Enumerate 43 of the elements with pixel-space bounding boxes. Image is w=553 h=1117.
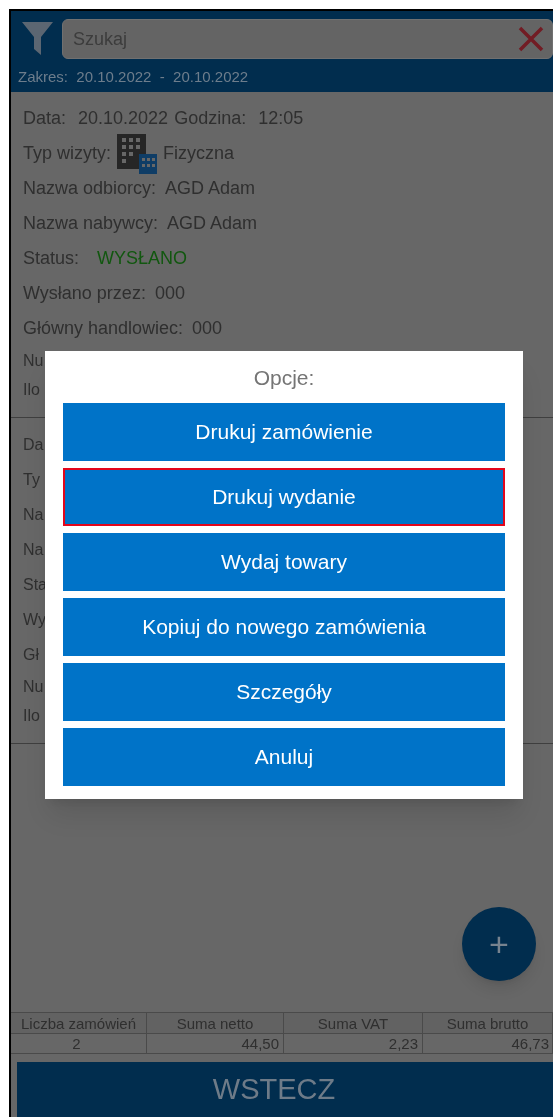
field-label: Godzina: — [174, 107, 247, 130]
table-cell: 2,23 — [284, 1034, 423, 1054]
field-label: Nazwa nabywcy: — [23, 212, 159, 235]
field-label: Nu — [23, 676, 44, 697]
field-label: Ilo — [23, 705, 40, 726]
filter-icon[interactable] — [21, 21, 54, 57]
field-label: Główny handlowiec: — [23, 317, 184, 340]
field-label: Nu — [23, 350, 44, 371]
field-label: Na — [23, 539, 44, 560]
field-label: Nazwa odbiorcy: — [23, 177, 157, 200]
option-button[interactable]: Drukuj zamówienie — [63, 403, 505, 461]
field-label: Da — [23, 434, 44, 455]
table-cell: 2 — [11, 1034, 147, 1054]
field-label: Status: — [23, 247, 80, 270]
field-label: Wysłano przez: — [23, 282, 146, 305]
option-button[interactable]: Kopiuj do nowego zamówienia — [63, 598, 505, 656]
field-label: Na — [23, 504, 44, 525]
field-label: Data: — [23, 107, 67, 130]
field-value: 20.10.2022 — [78, 107, 169, 130]
field-label: Gł — [23, 644, 39, 665]
option-button[interactable]: Drukuj wydanie — [63, 468, 505, 526]
date-range-text: Zakres: 20.10.2022 - 20.10.2022 — [17, 67, 250, 87]
field-label: Ilo — [23, 379, 40, 400]
field-value: 12:05 — [258, 107, 304, 130]
close-icon[interactable] — [517, 25, 545, 53]
field-value: 000 — [192, 317, 223, 340]
field-label: Ty — [23, 469, 40, 490]
field-label: Wy — [23, 609, 46, 630]
back-button[interactable]: WSTECZ — [17, 1062, 553, 1117]
table-cell: 44,50 — [147, 1034, 284, 1054]
field-value: 000 — [154, 282, 185, 305]
add-button[interactable]: + — [462, 907, 536, 981]
option-button[interactable]: Szczegóły — [63, 663, 505, 721]
field-value: AGD Adam — [167, 212, 258, 235]
option-button[interactable]: Wydaj towary — [63, 533, 505, 591]
table-cell: 46,73 — [423, 1034, 553, 1054]
field-label: Typ wizyty: — [23, 142, 111, 165]
field-value: AGD Adam — [165, 177, 256, 200]
buildings-icon — [117, 133, 157, 174]
dialog-title: Opcje: — [253, 365, 315, 391]
status-value: WYSŁANO — [97, 247, 188, 270]
option-button[interactable]: Anuluj — [63, 728, 505, 786]
field-value: Fizyczna — [163, 142, 235, 165]
